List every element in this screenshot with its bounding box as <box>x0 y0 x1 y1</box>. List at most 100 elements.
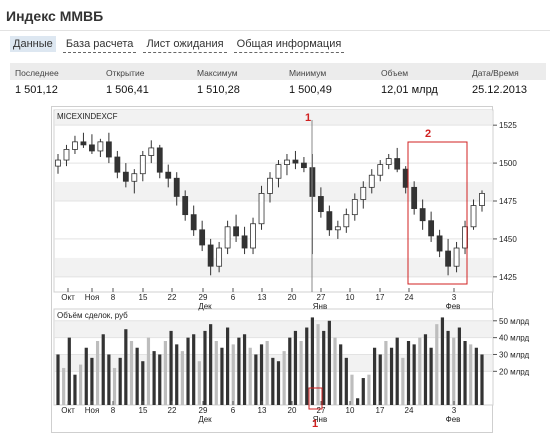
volume-bar <box>384 341 388 405</box>
candle-down <box>173 177 180 197</box>
volume-bar <box>271 357 275 405</box>
volume-x-tick-label: 24 <box>405 406 414 415</box>
price-x-tick-label: 17 <box>376 293 385 302</box>
candle-down <box>190 214 197 231</box>
candle-up <box>63 149 70 161</box>
candle-up <box>275 164 282 179</box>
volume-bar <box>129 341 134 405</box>
volume-bar <box>418 337 422 405</box>
candle-down <box>156 147 163 173</box>
candle-up <box>343 214 350 228</box>
candle-down <box>199 229 206 246</box>
candle-down <box>445 250 451 267</box>
candle-up <box>267 177 273 194</box>
price-x-tick-label: Фев <box>446 302 461 311</box>
volume-bar <box>299 341 303 405</box>
candle-down <box>436 235 443 252</box>
volume-x-tick-label: 22 <box>168 406 177 415</box>
candle-down <box>301 162 307 169</box>
candle-down <box>89 144 95 152</box>
volume-bar <box>395 337 399 405</box>
price-x-tick-label: Ноя <box>85 293 100 302</box>
candle-down <box>394 158 401 170</box>
price-chart-title: MICEXINDEXCF <box>57 112 118 121</box>
volume-bar <box>412 344 416 405</box>
price-x-tick-label: 20 <box>288 293 297 302</box>
candle-down <box>428 220 435 237</box>
volume-bar <box>344 357 348 405</box>
candle-down <box>411 186 418 209</box>
price-x-tick-label: 8 <box>111 293 116 302</box>
candle-down <box>317 196 324 213</box>
candle-down <box>402 168 409 188</box>
volume-bar <box>316 324 320 405</box>
volume-bar <box>401 357 405 405</box>
annotation-label-1-bottom: 1 <box>312 418 318 430</box>
volume-x-tick-label: Дек <box>198 415 212 424</box>
volume-x-tick-label: Ноя <box>85 406 100 415</box>
volume-bar <box>282 351 286 405</box>
candle-up <box>470 205 477 228</box>
annotation-label-1-top: 1 <box>305 112 311 124</box>
candle-up <box>360 186 367 200</box>
candle-down <box>80 141 87 146</box>
annotation-label-2: 2 <box>425 128 431 140</box>
volume-y-tick-label: 50 млрд <box>499 317 530 326</box>
price-grid-band <box>55 257 492 277</box>
volume-bar <box>192 334 196 405</box>
price-grid-band <box>55 110 492 126</box>
volume-chart-title: Объём сделок, руб <box>57 311 128 320</box>
candle-up <box>284 159 290 166</box>
candle-down <box>165 171 172 179</box>
volume-x-tick-label: 10 <box>346 406 355 415</box>
volume-bar <box>84 347 88 405</box>
volume-bar <box>429 347 433 405</box>
volume-bar <box>372 347 377 405</box>
volume-bar <box>423 334 428 405</box>
volume-bar <box>152 351 156 405</box>
volume-bar <box>265 341 269 405</box>
volume-x-tick-label: 3 <box>452 406 457 415</box>
volume-bar <box>67 337 71 405</box>
candle-up <box>250 223 256 249</box>
volume-bar <box>163 341 168 405</box>
candle-up <box>479 193 485 206</box>
candle-down <box>233 226 239 237</box>
volume-bar <box>203 330 207 405</box>
volume-bar <box>124 329 128 405</box>
volume-bar <box>327 320 331 405</box>
volume-bar <box>259 344 264 405</box>
price-x-tick-label: 13 <box>258 293 267 302</box>
volume-bar <box>95 341 100 405</box>
candle-down <box>241 235 248 249</box>
candle-down <box>326 211 333 231</box>
volume-bar <box>158 354 162 405</box>
volume-y-tick-label: 40 млрд <box>499 334 530 343</box>
volume-bar <box>333 337 337 405</box>
price-y-tick-label: 1525 <box>499 121 517 130</box>
volume-bar <box>112 367 117 405</box>
price-y-tick-label: 1425 <box>499 273 517 282</box>
price-x-tick-label: 6 <box>231 293 236 302</box>
price-x-tick-label: 10 <box>346 293 355 302</box>
candle-up <box>216 247 223 267</box>
volume-bar <box>356 398 360 405</box>
volume-bar <box>169 330 173 405</box>
candle-up <box>55 159 61 167</box>
volume-bar <box>339 344 343 405</box>
volume-bar <box>293 330 298 405</box>
volume-bar <box>474 347 478 405</box>
volume-bar <box>197 361 201 405</box>
price-x-tick-label: 22 <box>168 293 177 302</box>
price-x-tick-label: Дек <box>198 302 212 311</box>
volume-bar <box>79 364 83 405</box>
volume-bar <box>141 361 145 405</box>
volume-bar <box>378 354 382 405</box>
volume-bar <box>220 347 224 405</box>
volume-y-tick-label: 30 млрд <box>499 350 530 359</box>
volume-x-tick-label: 13 <box>258 406 267 415</box>
volume-bar <box>310 317 314 405</box>
volume-bar <box>214 341 218 405</box>
volume-bar <box>180 351 184 405</box>
volume-x-tick-label: 27 <box>317 406 326 415</box>
